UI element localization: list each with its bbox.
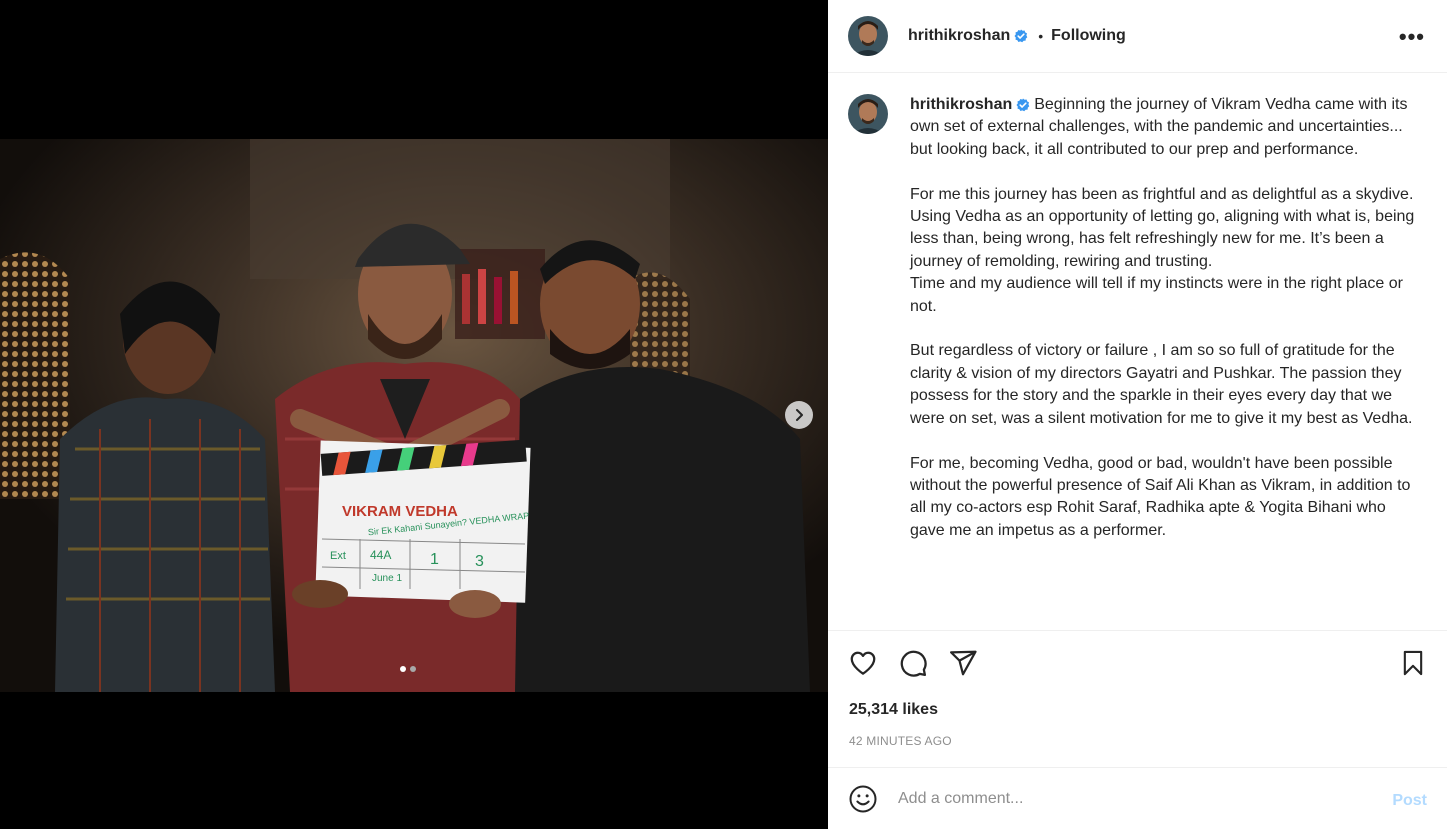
carousel-indicator (400, 666, 416, 672)
verified-badge-icon (1014, 29, 1028, 43)
clapboard-title: VIKRAM VEDHA (342, 503, 458, 520)
verified-badge-icon (1016, 98, 1030, 112)
bookmark-icon[interactable] (1399, 648, 1427, 678)
comment-icon[interactable] (898, 648, 928, 678)
clapboard-int-ext: Ext (330, 550, 346, 562)
caption-avatar[interactable] (848, 94, 888, 134)
clapboard-take: 3 (475, 553, 484, 570)
post-header: hrithikroshan • Following ••• (828, 0, 1447, 73)
caption-body: Beginning the journey of Vikram Vedha ca… (910, 96, 1415, 539)
clapboard-scene: 44A (370, 548, 391, 562)
chevron-right-icon (796, 409, 803, 421)
caption-text: hrithikroshan Beginning the journey of Vi… (910, 94, 1420, 542)
emoji-icon[interactable] (848, 784, 878, 814)
post-comment-button[interactable]: Post (1392, 792, 1427, 810)
heart-icon[interactable] (848, 648, 878, 678)
caption-username[interactable]: hrithikroshan (910, 96, 1012, 113)
header-separator: • (1038, 28, 1044, 44)
post-photo[interactable]: VIKRAM VEDHA Sir Ek Kahani Sunayein? VED… (0, 139, 828, 692)
carousel-dot (410, 666, 416, 672)
post-timestamp[interactable]: 42 MINUTES AGO (849, 734, 952, 748)
photo-illustration: VIKRAM VEDHA Sir Ek Kahani Sunayein? VED… (0, 139, 828, 692)
more-options-icon[interactable]: ••• (1399, 24, 1425, 50)
avatar[interactable] (848, 16, 888, 56)
post-actions (848, 648, 1427, 684)
header-username[interactable]: hrithikroshan (908, 27, 1010, 45)
post-details-panel: hrithikroshan • Following ••• hrithikros… (828, 0, 1447, 829)
likes-count[interactable]: 25,314 likes (849, 701, 938, 719)
caption-area: hrithikroshan Beginning the journey of Vi… (828, 74, 1447, 631)
carousel-next-button[interactable] (785, 401, 813, 429)
clapboard-date: June 1 (372, 573, 402, 584)
comment-bar: Post (828, 767, 1447, 829)
clapboard-shot: 1 (430, 551, 439, 568)
post-media: VIKRAM VEDHA Sir Ek Kahani Sunayein? VED… (0, 0, 828, 829)
caption-row: hrithikroshan Beginning the journey of Vi… (848, 94, 1427, 542)
comment-input[interactable] (898, 789, 1368, 808)
share-icon[interactable] (948, 648, 978, 678)
following-button[interactable]: Following (1051, 27, 1126, 45)
carousel-dot-active (400, 666, 406, 672)
